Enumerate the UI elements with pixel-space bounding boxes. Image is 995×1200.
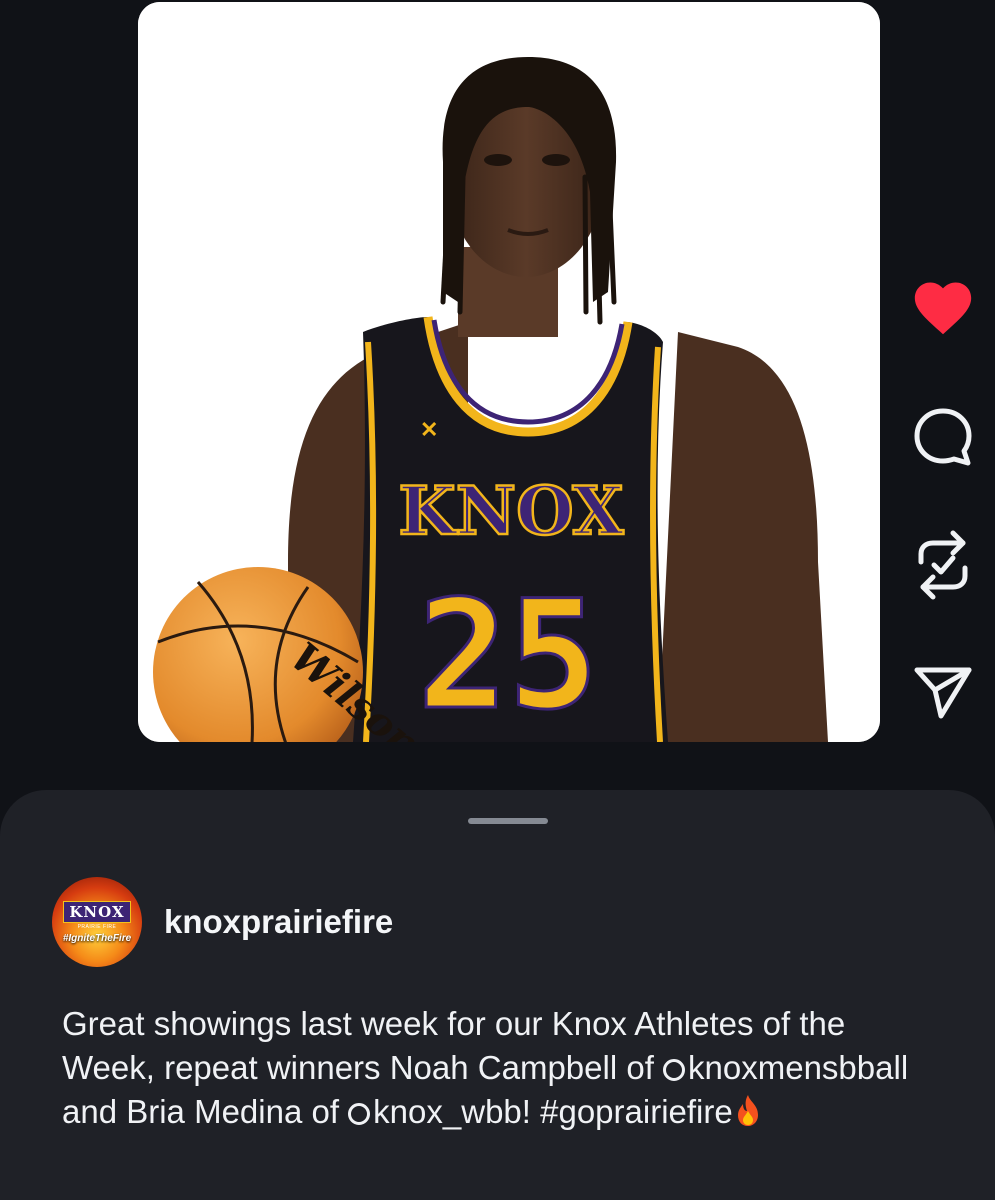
fire-emoji bbox=[733, 1093, 763, 1138]
repost-button[interactable] bbox=[905, 528, 980, 602]
avatar-logo-text: KNOX bbox=[63, 900, 131, 923]
like-button[interactable] bbox=[905, 274, 980, 336]
sheet-drag-handle[interactable] bbox=[468, 818, 548, 824]
post-details-sheet: KNOX PRAIRIE FIRE #IgniteTheFire bbox=[0, 790, 995, 1200]
avatar-hashtag: #IgniteTheFire bbox=[62, 932, 132, 944]
share-button[interactable] bbox=[905, 662, 980, 722]
mention-link[interactable]: knoxmensbball bbox=[663, 1049, 908, 1086]
athlete-photo: ✕ KNOX 25 Wilson bbox=[138, 2, 880, 742]
caption-text: ! bbox=[521, 1093, 541, 1130]
reply-button[interactable] bbox=[905, 405, 980, 469]
heart-icon bbox=[914, 282, 971, 335]
send-icon bbox=[914, 667, 971, 719]
avatar-logo-subtext: PRAIRIE FIRE bbox=[77, 923, 117, 930]
username[interactable]: knoxprairiefire bbox=[164, 903, 393, 941]
caption-text: and Bria Medina of bbox=[62, 1093, 349, 1130]
hashtag-link[interactable]: #goprairiefire bbox=[540, 1093, 733, 1130]
svg-text:✕: ✕ bbox=[420, 417, 438, 442]
post-image[interactable]: ✕ KNOX 25 Wilson bbox=[138, 2, 880, 742]
post-caption: Great showings last week for our Knox At… bbox=[62, 1002, 942, 1138]
repost-icon bbox=[918, 530, 967, 600]
mention-link[interactable]: knox_wbb bbox=[348, 1093, 522, 1130]
post-actions bbox=[905, 270, 980, 730]
comment-icon bbox=[914, 408, 971, 466]
jersey-text: KNOX bbox=[398, 472, 624, 550]
jersey-number: 25 bbox=[418, 569, 599, 742]
avatar[interactable]: KNOX PRAIRIE FIRE #IgniteTheFire bbox=[52, 877, 142, 967]
